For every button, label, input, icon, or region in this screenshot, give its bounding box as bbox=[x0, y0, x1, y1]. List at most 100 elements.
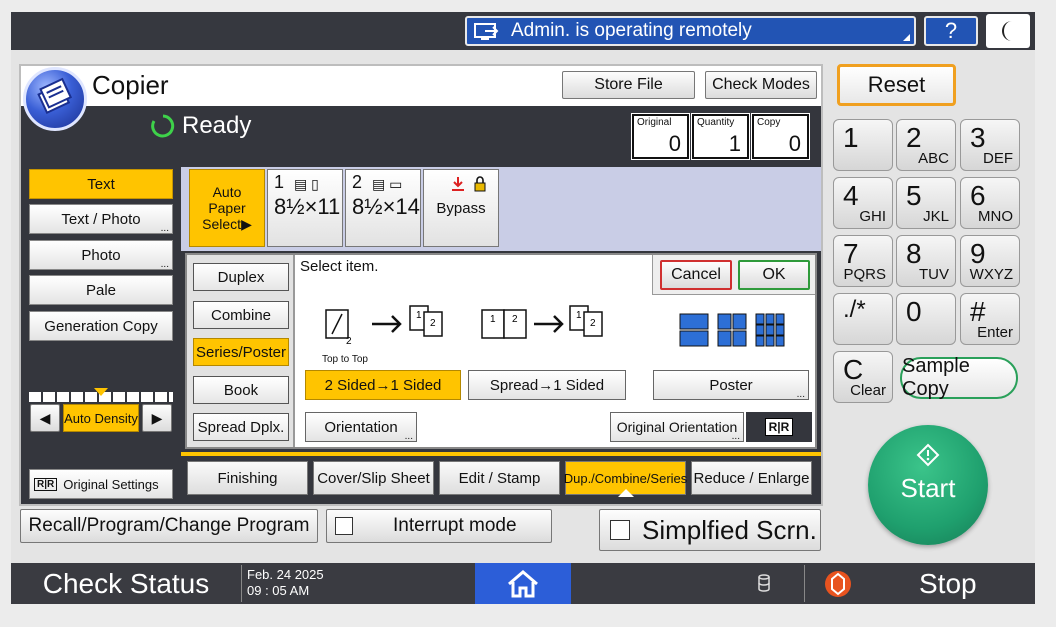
datetime: Feb. 24 2025 09 : 05 AM bbox=[247, 567, 324, 599]
bypass-label: Bypass bbox=[436, 200, 486, 217]
date-text: Feb. 24 2025 bbox=[247, 567, 324, 582]
counter-label: Copy bbox=[757, 117, 781, 128]
key-letters: MNO bbox=[978, 208, 1013, 225]
key-1[interactable]: 1 bbox=[833, 119, 893, 171]
start-button[interactable]: Start bbox=[868, 425, 988, 545]
original-settings-button[interactable]: R|R Original Settings bbox=[29, 469, 173, 499]
counter-value: 0 bbox=[668, 131, 681, 156]
ready-icon bbox=[151, 114, 175, 138]
key-digit: ./* bbox=[843, 296, 866, 323]
bypass-button[interactable]: Bypass bbox=[423, 169, 499, 247]
status-text: Ready bbox=[182, 112, 252, 139]
spread-to-one-sided-button[interactable]: Spread→1 Sided bbox=[468, 370, 626, 400]
tray-1-button[interactable]: 1 ▤ ▯ 8½×11 bbox=[267, 169, 343, 247]
density-right-button[interactable]: ▶ bbox=[142, 404, 172, 432]
svg-text:2: 2 bbox=[590, 318, 596, 329]
spread-duplex-button[interactable]: Spread Dplx. bbox=[193, 413, 289, 441]
density-left-button[interactable]: ◀ bbox=[30, 404, 60, 432]
store-file-button[interactable]: Store File bbox=[562, 71, 695, 99]
remote-text: Admin. is operating remotely bbox=[511, 20, 752, 41]
mode-text[interactable]: Text bbox=[29, 169, 173, 199]
poster-button[interactable]: Poster bbox=[653, 370, 809, 400]
density-marker-icon bbox=[94, 388, 108, 396]
cancel-button[interactable]: Cancel bbox=[660, 260, 732, 290]
combine-button[interactable]: Combine bbox=[193, 301, 289, 329]
interrupt-label: Interrupt mode bbox=[393, 515, 517, 536]
key-letters: ABC bbox=[918, 150, 949, 167]
check-status-button[interactable]: Check Status bbox=[11, 563, 241, 604]
orientation-button[interactable]: Orientation bbox=[305, 412, 417, 442]
time-text: 09 : 05 AM bbox=[247, 583, 310, 598]
interrupt-mode-button[interactable]: Interrupt mode bbox=[326, 509, 552, 543]
spread-to-one-sided-diagram-icon: 1 2 1 2 bbox=[481, 305, 603, 339]
key-enter[interactable]: # Enter bbox=[960, 293, 1020, 345]
home-button[interactable] bbox=[475, 563, 571, 604]
copy-counter: Copy 0 bbox=[751, 113, 810, 160]
reset-button[interactable]: Reset bbox=[837, 64, 956, 106]
original-orientation-display: R|R bbox=[746, 412, 812, 442]
key-7[interactable]: 7 PQRS bbox=[833, 235, 893, 287]
tab-cover-slip-sheet[interactable]: Cover/Slip Sheet bbox=[313, 461, 434, 495]
check-modes-button[interactable]: Check Modes bbox=[705, 71, 817, 99]
key-letters: GHI bbox=[859, 208, 886, 225]
help-button[interactable]: ? bbox=[924, 16, 978, 46]
key-letters: JKL bbox=[923, 208, 949, 225]
svg-text:1: 1 bbox=[416, 310, 422, 321]
ok-button[interactable]: OK bbox=[738, 260, 810, 290]
book-button[interactable]: Book bbox=[193, 376, 289, 404]
mode-generation-copy[interactable]: Generation Copy bbox=[29, 311, 173, 341]
simplified-checkbox-icon bbox=[610, 520, 630, 540]
svg-text:1: 1 bbox=[490, 314, 496, 325]
original-orientation-button[interactable]: Original Orientation bbox=[610, 412, 744, 442]
key-9[interactable]: 9 WXYZ bbox=[960, 235, 1020, 287]
two-sided-to-one-sided-button[interactable]: 2 Sided→1 Sided bbox=[305, 370, 461, 400]
svg-text:2: 2 bbox=[346, 336, 352, 347]
remote-monitor-icon bbox=[474, 23, 499, 40]
key-4[interactable]: 4 GHI bbox=[833, 177, 893, 229]
remote-operation-banner[interactable]: Admin. is operating remotely bbox=[465, 16, 916, 46]
key-6[interactable]: 6 MNO bbox=[960, 177, 1020, 229]
mode-pale[interactable]: Pale bbox=[29, 275, 173, 305]
original-counter: Original 0 bbox=[631, 113, 690, 160]
key-letters: Clear bbox=[850, 382, 886, 399]
selected-tab-marker-icon bbox=[618, 489, 634, 497]
recall-program-button[interactable]: Recall/Program/Change Program bbox=[20, 509, 318, 543]
stop-label: Stop bbox=[919, 567, 977, 599]
app-title: Copier bbox=[92, 70, 169, 100]
mode-text-photo[interactable]: Text / Photo bbox=[29, 204, 173, 234]
tab-edit-stamp[interactable]: Edit / Stamp bbox=[439, 461, 560, 495]
auto-density-button[interactable]: Auto Density bbox=[63, 404, 139, 432]
key-digit: 1 bbox=[843, 122, 859, 153]
tab-finishing[interactable]: Finishing bbox=[187, 461, 308, 495]
duplex-button[interactable]: Duplex bbox=[193, 263, 289, 291]
simplified-label: Simplfied Scrn. bbox=[642, 514, 817, 545]
series-poster-button[interactable]: Series/Poster bbox=[193, 338, 289, 366]
key-0[interactable]: 0 bbox=[896, 293, 956, 345]
key-digit: 5 bbox=[906, 180, 922, 211]
two-sided-to-one-sided-diagram-icon: 2 1 2 bbox=[325, 305, 443, 347]
key-5[interactable]: 5 JKL bbox=[896, 177, 956, 229]
energy-saver-button[interactable] bbox=[986, 14, 1030, 48]
key-digit: 0 bbox=[906, 296, 922, 327]
original-orientation-icon: R|R bbox=[34, 477, 58, 491]
tab-reduce-enlarge[interactable]: Reduce / Enlarge bbox=[691, 461, 812, 495]
interrupt-checkbox-icon bbox=[335, 517, 353, 535]
simplified-screen-button[interactable]: Simplfied Scrn. bbox=[599, 509, 821, 551]
lock-icon bbox=[474, 176, 486, 192]
counter-value: 0 bbox=[788, 131, 801, 156]
key-clear[interactable]: C Clear bbox=[833, 351, 893, 403]
sample-copy-button[interactable]: Sample Copy bbox=[900, 355, 1018, 400]
key-8[interactable]: 8 TUV bbox=[896, 235, 956, 287]
download-icon bbox=[452, 177, 464, 191]
key-3[interactable]: 3 DEF bbox=[960, 119, 1020, 171]
stop-button[interactable]: Stop bbox=[808, 563, 1035, 604]
auto-paper-select-button[interactable]: Auto Paper Select▶ bbox=[189, 169, 265, 247]
tray-2-button[interactable]: 2 ▤ ▭ 8½×14 bbox=[345, 169, 421, 247]
paper-tray-icon: ▤ ▯ bbox=[294, 176, 319, 192]
mode-photo[interactable]: Photo bbox=[29, 240, 173, 270]
diamond-start-icon bbox=[916, 443, 940, 467]
key-letters: DEF bbox=[983, 150, 1013, 167]
key-star[interactable]: ./* bbox=[833, 293, 893, 345]
key-2[interactable]: 2 ABC bbox=[896, 119, 956, 171]
dialog-prompt: Select item. bbox=[300, 258, 379, 275]
